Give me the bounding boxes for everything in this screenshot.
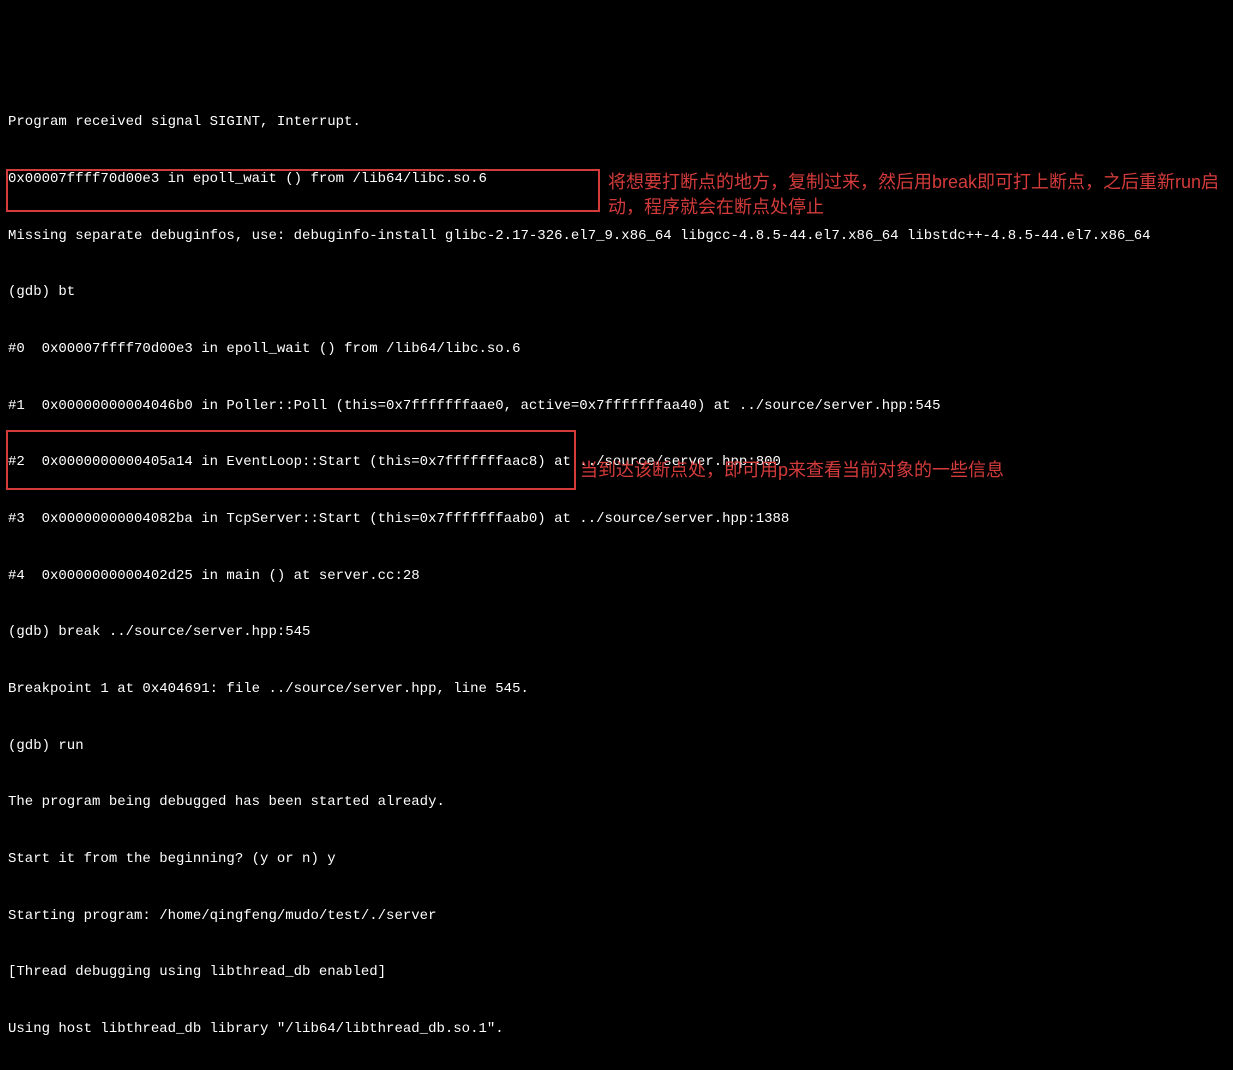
backtrace-line: #4 0x0000000000402d25 in main () at serv… <box>8 567 1225 586</box>
breakpoint-set-line: Breakpoint 1 at 0x404691: file ../source… <box>8 680 1225 699</box>
output-line: Missing separate debuginfos, use: debugi… <box>8 227 1225 246</box>
output-line: The program being debugged has been star… <box>8 793 1225 812</box>
backtrace-line: #3 0x00000000004082ba in TcpServer::Star… <box>8 510 1225 529</box>
annotation-print: 当到达该断点处，即可用p来查看当前对象的一些信息 <box>580 458 1220 483</box>
output-line: Using host libthread_db library "/lib64/… <box>8 1020 1225 1039</box>
gdb-break-line: (gdb) break ../source/server.hpp:545 <box>8 623 1225 642</box>
gdb-run-line: (gdb) run <box>8 737 1225 756</box>
annotation-break: 将想要打断点的地方，复制过来，然后用break即可打上断点，之后重新run启动，… <box>608 170 1228 220</box>
output-line: [Thread debugging using libthread_db ena… <box>8 963 1225 982</box>
output-line: Start it from the beginning? (y or n) y <box>8 850 1225 869</box>
output-line: Program received signal SIGINT, Interrup… <box>8 113 1225 132</box>
backtrace-line: #0 0x00007ffff70d00e3 in epoll_wait () f… <box>8 340 1225 359</box>
terminal-output[interactable]: Program received signal SIGINT, Interrup… <box>0 76 1233 1070</box>
backtrace-line: #1 0x00000000004046b0 in Poller::Poll (t… <box>8 397 1225 416</box>
output-line: Starting program: /home/qingfeng/mudo/te… <box>8 907 1225 926</box>
gdb-prompt-line: (gdb) bt <box>8 283 1225 302</box>
